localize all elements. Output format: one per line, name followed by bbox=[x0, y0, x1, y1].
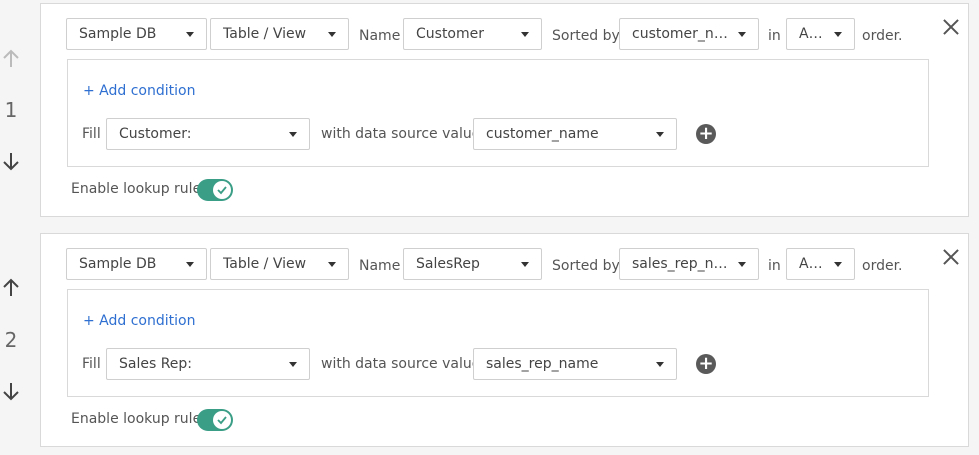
sorted-by-select[interactable]: sales_rep_na... bbox=[619, 248, 759, 280]
enable-lookup-toggle[interactable] bbox=[197, 409, 233, 431]
add-condition-link[interactable]: + Add condition bbox=[83, 83, 195, 99]
check-icon bbox=[217, 186, 227, 195]
lookup-rule-2: Sample DB Table / View Name SalesRep Sor… bbox=[40, 233, 969, 447]
with-data-source-label: with data source value bbox=[321, 356, 481, 372]
arrow-up-icon[interactable] bbox=[0, 277, 22, 299]
database-select-value: Sample DB bbox=[79, 256, 157, 272]
enable-lookup-toggle[interactable] bbox=[197, 179, 233, 201]
caret-down-icon bbox=[328, 32, 336, 37]
condition-box: + Add condition Fill Sales Rep: with dat… bbox=[67, 289, 929, 397]
rule-number: 1 bbox=[4, 98, 18, 122]
database-select-value: Sample DB bbox=[79, 26, 157, 42]
check-icon bbox=[217, 416, 227, 425]
object-type-select-value: Table / View bbox=[223, 256, 307, 272]
database-select[interactable]: Sample DB bbox=[66, 248, 207, 280]
object-type-select[interactable]: Table / View bbox=[210, 248, 349, 280]
arrow-down-icon[interactable] bbox=[0, 380, 22, 402]
enable-lookup-label: Enable lookup rule bbox=[71, 411, 202, 427]
sorted-by-select-value: sales_rep_na... bbox=[632, 256, 730, 272]
order-select-value: Asc... bbox=[799, 256, 826, 272]
caret-down-icon bbox=[186, 262, 194, 267]
caret-down-icon bbox=[521, 32, 529, 37]
caret-down-icon bbox=[834, 32, 842, 37]
enable-lookup-label: Enable lookup rule bbox=[71, 181, 202, 197]
database-select[interactable]: Sample DB bbox=[66, 18, 207, 50]
data-source-value-select[interactable]: sales_rep_name bbox=[473, 348, 677, 380]
toggle-knob bbox=[213, 181, 231, 199]
data-source-value-select-value: customer_name bbox=[486, 126, 599, 142]
plus-circle-icon[interactable]: + bbox=[696, 354, 716, 374]
fill-label: Fill bbox=[82, 126, 101, 142]
object-type-select-value: Table / View bbox=[223, 26, 307, 42]
in-label: in bbox=[768, 28, 781, 44]
order-select-value: Asc... bbox=[799, 26, 826, 42]
lookup-rule-1: Sample DB Table / View Name Customer Sor… bbox=[40, 3, 969, 217]
name-label: Name bbox=[359, 28, 401, 44]
caret-down-icon bbox=[834, 262, 842, 267]
add-condition-link[interactable]: + Add condition bbox=[83, 313, 195, 329]
fill-label: Fill bbox=[82, 356, 101, 372]
toggle-knob bbox=[213, 411, 231, 429]
caret-down-icon bbox=[289, 132, 297, 137]
caret-down-icon bbox=[521, 262, 529, 267]
with-data-source-label: with data source value bbox=[321, 126, 481, 142]
arrow-down-icon[interactable] bbox=[0, 150, 22, 172]
order-label: order. bbox=[862, 28, 903, 44]
sorted-by-label: Sorted by bbox=[552, 258, 620, 274]
fill-field-select[interactable]: Customer: bbox=[106, 118, 310, 150]
close-icon[interactable] bbox=[943, 249, 959, 265]
rule-number: 2 bbox=[4, 328, 18, 352]
fill-field-select-value: Sales Rep: bbox=[119, 356, 193, 372]
name-select[interactable]: Customer bbox=[403, 18, 542, 50]
close-icon[interactable] bbox=[943, 19, 959, 35]
order-select[interactable]: Asc... bbox=[786, 18, 855, 50]
name-select[interactable]: SalesRep bbox=[403, 248, 542, 280]
fill-field-select-value: Customer: bbox=[119, 126, 192, 142]
order-select[interactable]: Asc... bbox=[786, 248, 855, 280]
name-label: Name bbox=[359, 258, 401, 274]
data-source-value-select[interactable]: customer_name bbox=[473, 118, 677, 150]
caret-down-icon bbox=[738, 262, 746, 267]
order-label: order. bbox=[862, 258, 903, 274]
data-source-value-select-value: sales_rep_name bbox=[486, 356, 599, 372]
caret-down-icon bbox=[289, 362, 297, 367]
caret-down-icon bbox=[328, 262, 336, 267]
plus-circle-icon[interactable]: + bbox=[696, 124, 716, 144]
caret-down-icon bbox=[656, 362, 664, 367]
sorted-by-label: Sorted by bbox=[552, 28, 620, 44]
fill-field-select[interactable]: Sales Rep: bbox=[106, 348, 310, 380]
arrow-up-icon[interactable] bbox=[0, 48, 22, 70]
object-type-select[interactable]: Table / View bbox=[210, 18, 349, 50]
in-label: in bbox=[768, 258, 781, 274]
name-select-value: SalesRep bbox=[416, 256, 480, 272]
condition-box: + Add condition Fill Customer: with data… bbox=[67, 59, 929, 167]
caret-down-icon bbox=[656, 132, 664, 137]
sorted-by-select-value: customer_na... bbox=[632, 26, 730, 42]
caret-down-icon bbox=[738, 32, 746, 37]
name-select-value: Customer bbox=[416, 26, 485, 42]
caret-down-icon bbox=[186, 32, 194, 37]
sorted-by-select[interactable]: customer_na... bbox=[619, 18, 759, 50]
